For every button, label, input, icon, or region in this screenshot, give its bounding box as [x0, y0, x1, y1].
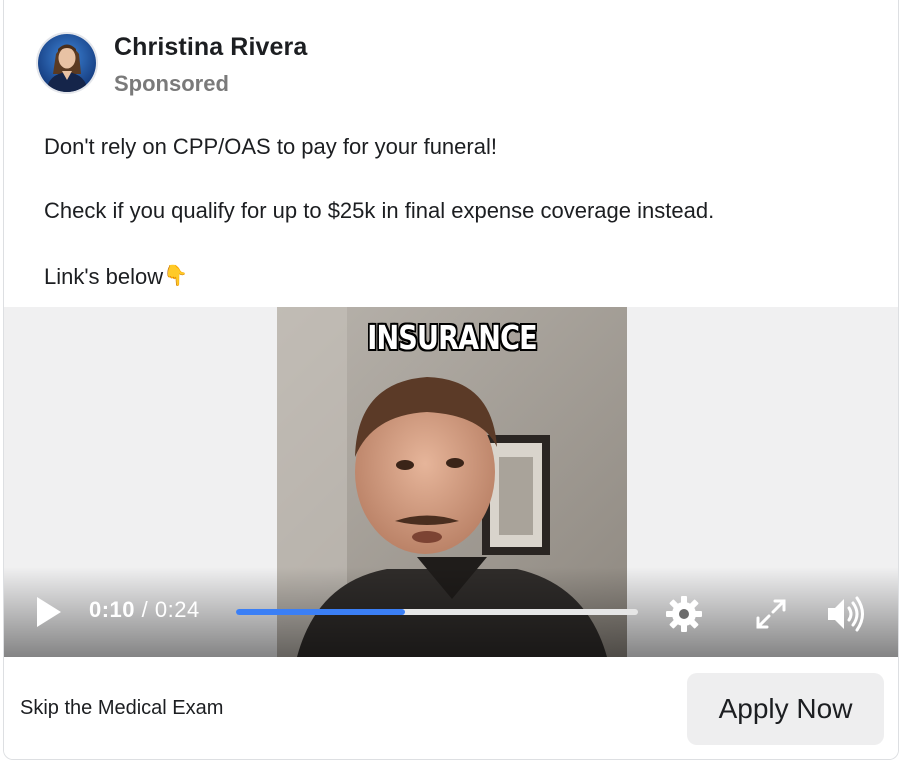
current-time: 0:10 [89, 597, 136, 622]
avatar[interactable] [36, 32, 98, 94]
sponsored-label[interactable]: Sponsored [114, 70, 307, 98]
post-text-line-last: Link's below👇 [44, 259, 864, 293]
time-separator: / [141, 597, 149, 622]
gear-icon [666, 596, 702, 632]
settings-button[interactable] [664, 594, 704, 634]
pointing-down-emoji-icon: 👇 [163, 263, 189, 287]
video-overlay-caption: INSURANCE [367, 318, 537, 357]
cta-caption[interactable]: Skip the Medical Exam [20, 697, 223, 720]
fullscreen-icon [756, 599, 786, 629]
video-controls: 0:10 / 0:24 [4, 592, 898, 634]
header-text: Christina Rivera Sponsored [114, 32, 307, 98]
progress-fill [236, 609, 405, 615]
cta-footer: Skip the Medical Exam Apply Now [4, 657, 898, 759]
post-text-line: Link's below [44, 264, 164, 289]
fullscreen-button[interactable] [751, 594, 791, 634]
volume-button[interactable] [824, 594, 864, 634]
video-player[interactable]: INSURANCE 0:10 / 0:24 [4, 307, 898, 657]
post-text-line: Check if you qualify for up to $25k in f… [44, 198, 715, 223]
author-name[interactable]: Christina Rivera [114, 32, 307, 62]
progress-bar[interactable] [236, 609, 638, 615]
apply-now-button[interactable]: Apply Now [687, 673, 884, 745]
total-time: 0:24 [154, 597, 200, 622]
time-display: 0:10 / 0:24 [89, 597, 200, 623]
play-icon [37, 597, 61, 627]
ad-post-card: Christina Rivera Sponsored Don't rely on… [3, 0, 899, 760]
play-button[interactable] [34, 594, 64, 630]
post-header: Christina Rivera Sponsored [36, 32, 307, 96]
volume-icon [828, 596, 864, 632]
post-text-line: Don't rely on CPP/OAS to pay for your fu… [44, 134, 497, 159]
post-text: Don't rely on CPP/OAS to pay for your fu… [44, 131, 864, 293]
